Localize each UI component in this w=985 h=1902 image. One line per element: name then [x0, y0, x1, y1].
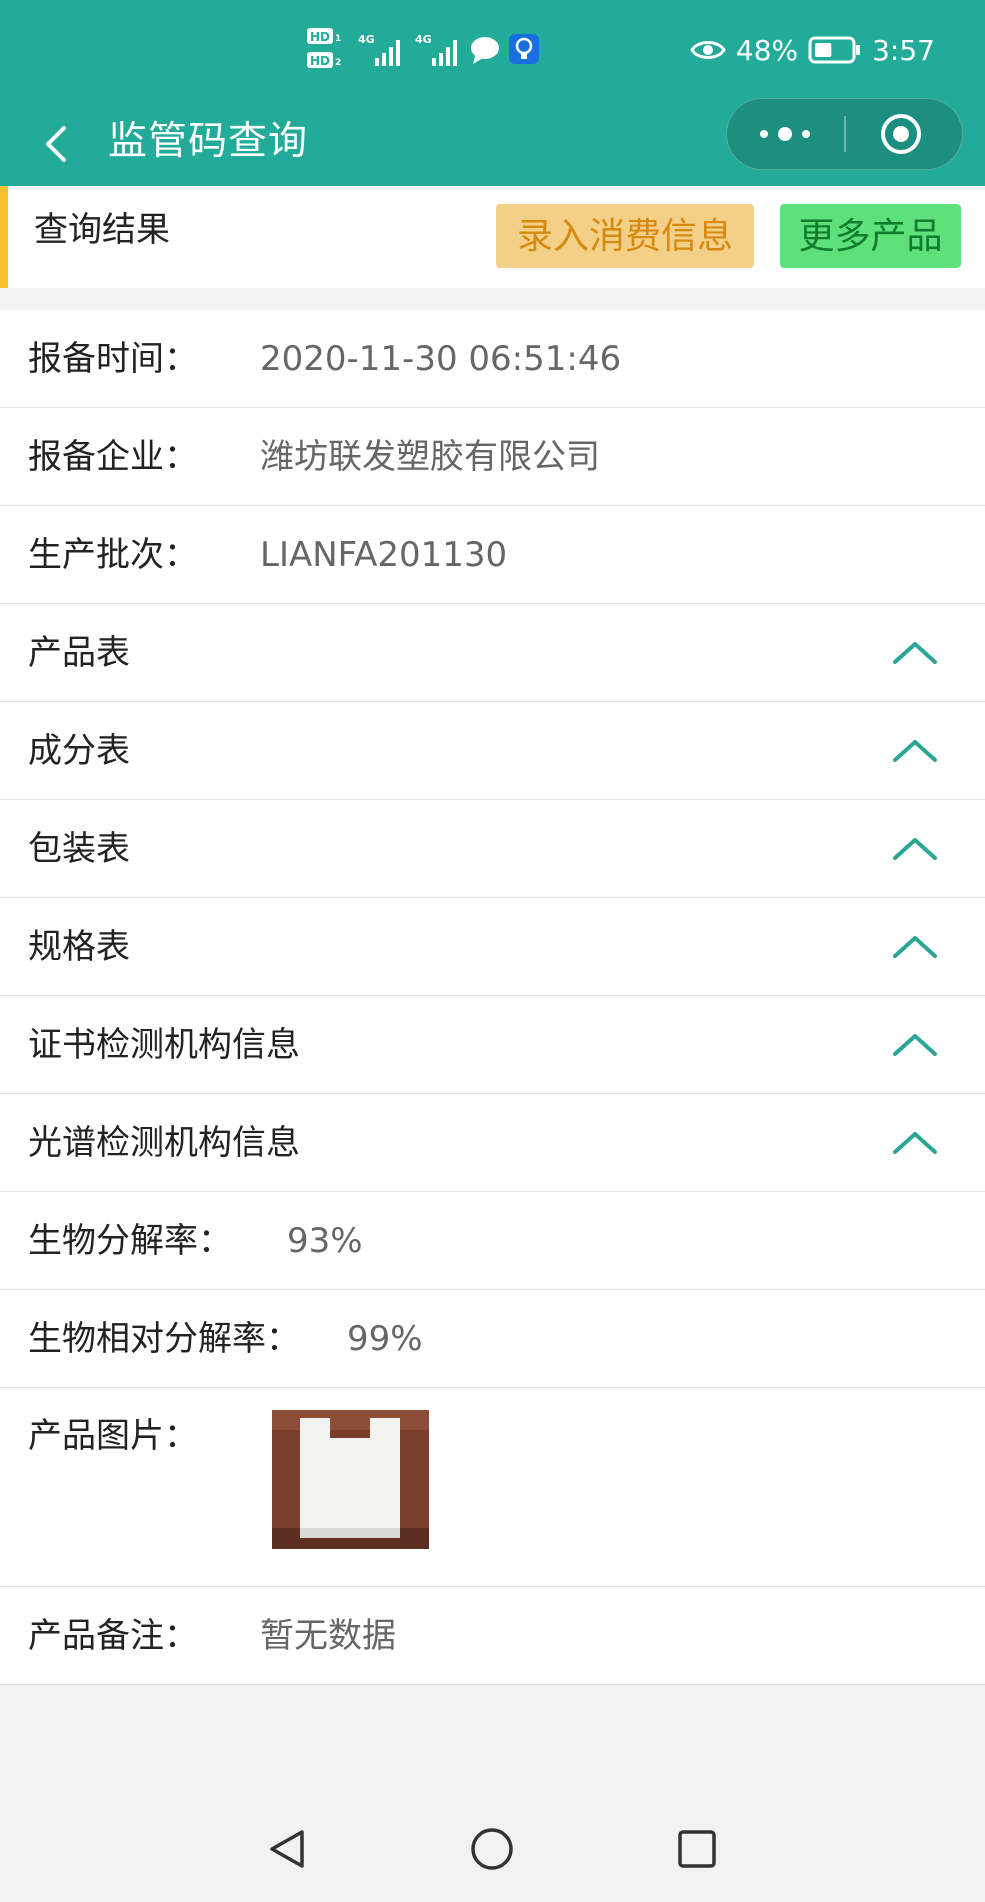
accordion-packaging-table[interactable]: 包装表 [0, 800, 985, 898]
info-value: 潍坊联发塑胶有限公司 [260, 437, 600, 477]
status-right: 48% 3:57 [690, 28, 935, 72]
chevron-up-icon [893, 1034, 937, 1056]
svg-text:4G: 4G [415, 33, 432, 46]
chevron-up-icon [893, 642, 937, 664]
accordion-product-table[interactable]: 产品表 [0, 604, 985, 702]
info-label: 报备企业： [28, 437, 198, 477]
result-header: 查询结果 录入消费信息 更多产品 [0, 186, 985, 288]
chevron-up-icon [893, 740, 937, 762]
rate-value: 93% [287, 1221, 363, 1261]
accordion-ingredient-table[interactable]: 成分表 [0, 702, 985, 800]
clock: 3:57 [872, 33, 935, 67]
accordion-certificate-lab[interactable]: 证书检测机构信息 [0, 996, 985, 1094]
chevron-up-icon [893, 936, 937, 958]
mini-program-capsule [726, 98, 963, 170]
chevron-left-icon [46, 126, 66, 162]
details-list: 报备时间： 2020-11-30 06:51:46 报备企业： 潍坊联发塑胶有限… [0, 310, 985, 1685]
accordion-label: 光谱检测机构信息 [28, 1123, 300, 1163]
more-products-button[interactable]: 更多产品 [780, 204, 961, 268]
info-row-batch: 生产批次： LIANFA201130 [0, 506, 985, 604]
battery-percent: 48% [735, 33, 799, 67]
accordion-label: 成分表 [28, 731, 130, 771]
info-label: 报备时间： [28, 339, 198, 379]
accordion-spec-table[interactable]: 规格表 [0, 898, 985, 996]
nav-bar: 监管码查询 [0, 98, 985, 186]
svg-text:1: 1 [335, 34, 341, 44]
accordion-spectrum-lab[interactable]: 光谱检测机构信息 [0, 1094, 985, 1192]
product-image-row: 产品图片： [0, 1388, 985, 1587]
eye-icon [690, 41, 726, 59]
record-consumption-button[interactable]: 录入消费信息 [496, 204, 754, 268]
rate-label: 生物分解率： [28, 1221, 232, 1261]
system-back-button[interactable] [262, 1824, 312, 1874]
svg-text:HD: HD [310, 54, 330, 68]
status-bar: HD 1 HD 2 4G 4G 48% 3:57 [0, 0, 985, 98]
page-title: 监管码查询 [108, 119, 309, 164]
sim-signal-icons: HD 1 HD 2 4G 4G [307, 28, 539, 68]
more-button[interactable] [727, 99, 844, 169]
rate-row-relative-biodegradation: 生物相对分解率： 99% [0, 1290, 985, 1388]
rate-value: 99% [347, 1319, 423, 1359]
accordion-label: 包装表 [28, 829, 130, 869]
product-note-label: 产品备注： [28, 1616, 198, 1656]
accordion-label: 规格表 [28, 927, 130, 967]
system-recents-button[interactable] [672, 1824, 722, 1874]
more-dots-icon [760, 127, 810, 141]
product-note-value: 暂无数据 [260, 1616, 396, 1656]
info-row-report-time: 报备时间： 2020-11-30 06:51:46 [0, 310, 985, 408]
chevron-up-icon [893, 1132, 937, 1154]
svg-text:HD: HD [310, 30, 330, 44]
system-nav-bar [0, 1790, 985, 1902]
back-triangle-icon [270, 1830, 304, 1868]
info-row-company: 报备企业： 潍坊联发塑胶有限公司 [0, 408, 985, 506]
accordion-label: 产品表 [28, 633, 130, 673]
target-circle-icon [881, 114, 921, 154]
result-title: 查询结果 [34, 210, 170, 250]
accordion-label: 证书检测机构信息 [28, 1025, 300, 1065]
back-button[interactable] [36, 112, 96, 172]
product-image[interactable] [272, 1410, 429, 1549]
chevron-up-icon [893, 838, 937, 860]
product-image-label: 产品图片： [28, 1416, 198, 1456]
svg-text:2: 2 [335, 58, 341, 68]
close-mini-program-button[interactable] [846, 99, 962, 169]
system-home-button[interactable] [467, 1824, 517, 1874]
recents-square-icon [678, 1830, 716, 1868]
rate-row-biodegradation: 生物分解率： 93% [0, 1192, 985, 1290]
info-label: 生产批次： [28, 535, 198, 575]
product-note-row: 产品备注： 暂无数据 [0, 1587, 985, 1685]
info-value: LIANFA201130 [260, 535, 508, 575]
battery-icon [808, 36, 861, 64]
rate-label: 生物相对分解率： [28, 1319, 300, 1359]
home-circle-icon [471, 1828, 513, 1870]
info-value: 2020-11-30 06:51:46 [260, 339, 622, 379]
svg-text:4G: 4G [358, 33, 375, 46]
result-accent-bar [0, 186, 8, 288]
